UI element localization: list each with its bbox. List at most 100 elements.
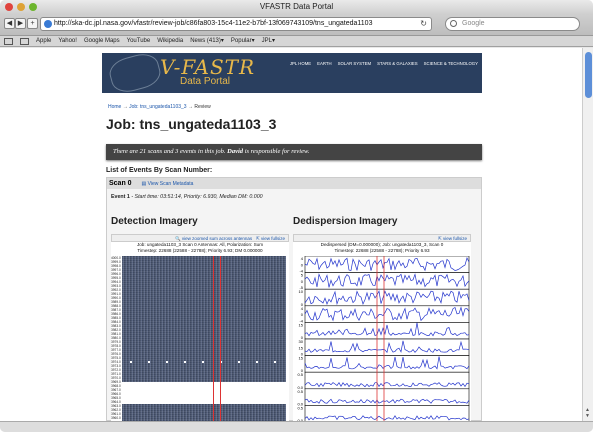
url-text: http://ska-dc.jpl.nasa.gov/vfastr/review… (54, 20, 373, 27)
top-sites-icon[interactable] (20, 38, 29, 45)
event-marker-line (213, 256, 214, 421)
panel-tick-label: 0.5 (297, 389, 303, 394)
event-summary: Event 1 - Start time: 03:51:14, Priority… (111, 194, 263, 200)
view-zoomed-link[interactable]: 🔍 view zoomed sum across antennas (175, 236, 252, 241)
dedispersion-panel (304, 388, 470, 406)
page-content: V-FASTR Data Portal JPL HOME EARTH SOLAR… (102, 48, 482, 421)
detection-image[interactable]: 4000.0 3999.0 3998.0 3997.0 3996.0 3995.0 3994… (111, 256, 289, 421)
dedispersion-fullsize-label: view fullsize (442, 236, 467, 241)
panel-tick-label: 0 (301, 279, 304, 284)
forward-button[interactable]: ▶ (15, 18, 26, 29)
browser-window: VFASTR Data Portal ◀ ▶ + http://ska-dc.j… (0, 0, 593, 432)
nav-jpl-home[interactable]: JPL HOME (290, 61, 311, 66)
scan-panel: Scan 0 ▤ View Scan Metadata Event 1 - St… (106, 177, 482, 421)
breadcrumb: Home → Job: tns_ungateda1103_3 → Review (108, 104, 211, 110)
reload-icon[interactable]: ↻ (420, 18, 427, 30)
pulse-dot (256, 361, 258, 363)
bookmark-apple[interactable]: Apple (36, 36, 51, 46)
event-detail: - Start time: 03:51:14, Priority: 6.930,… (129, 194, 263, 200)
flagged-band (122, 382, 286, 404)
dedispersion-links: ⇱ view fullsize (293, 234, 471, 242)
view-zoomed-label: view zoomed sum across antennas (181, 236, 253, 241)
pulse-dot (130, 361, 132, 363)
dedispersion-caption-line2: Timestep: 22688 (22588 - 22788); Priorit… (334, 248, 430, 253)
detection-heatmap (122, 256, 286, 421)
notice-text: There are 21 scans and 3 events in this … (113, 148, 228, 155)
notice-text-end: is responsible for review. (243, 148, 310, 155)
status-bar (0, 421, 593, 432)
panel-tick-label: 0 (301, 262, 304, 267)
panel-tick-label: 15 (299, 356, 304, 361)
search-icon (450, 20, 457, 27)
detection-caption-line2: Timestep: 22688 (22588 - 22788); Priorit… (137, 248, 263, 253)
add-bookmark-button[interactable]: + (27, 18, 38, 29)
site-banner: V-FASTR Data Portal JPL HOME EARTH SOLAR… (102, 53, 482, 93)
pulse-dot (148, 361, 150, 363)
panel-tick-label: 0.5 (297, 405, 303, 410)
bookmark-popular[interactable]: Popular▾ (231, 36, 255, 46)
pulse-dot (184, 361, 186, 363)
view-scan-metadata-link[interactable]: ▤ View Scan Metadata (142, 181, 194, 187)
nav-science-technology[interactable]: SCIENCE & TECHNOLOGY (424, 61, 478, 66)
search-placeholder: Google (462, 20, 485, 27)
address-bar[interactable]: http://ska-dc.jpl.nasa.gov/vfastr/review… (40, 17, 432, 31)
page-viewport: V-FASTR Data Portal JPL HOME EARTH SOLAR… (0, 48, 582, 421)
nav-solar-system[interactable]: SOLAR SYSTEM (338, 61, 371, 66)
close-icon[interactable] (5, 3, 13, 11)
frequency-axis: 4000.0 3999.0 3998.0 3997.0 3996.0 3995.0 3994… (111, 256, 122, 421)
dedispersion-heading: Dedispersion Imagery (293, 216, 398, 227)
page-title: Job: tns_ungateda1103_3 (106, 116, 277, 132)
nav-earth[interactable]: EARTH (317, 61, 332, 66)
search-field[interactable]: Google (445, 17, 580, 31)
scroll-arrows-icon[interactable]: ▲ ▼ (585, 407, 590, 419)
dedispersion-panel (304, 288, 470, 307)
review-notice: There are 21 scans and 3 events in this … (106, 144, 482, 160)
bookmark-youtube[interactable]: YouTube (127, 36, 151, 46)
detection-pulse-row (122, 361, 286, 364)
view-scan-metadata-label: View Scan Metadata (147, 181, 194, 187)
minimize-icon[interactable] (17, 3, 25, 11)
bookmarks-bar: Apple Yahoo! Google Maps YouTube Wikiped… (0, 36, 593, 47)
axis-tick-label: 3960.0 (111, 416, 121, 420)
globe-icon (44, 20, 52, 28)
bookmark-google-maps[interactable]: Google Maps (84, 36, 120, 46)
bookmark-wikipedia[interactable]: Wikipedia (157, 36, 183, 46)
bookmark-news[interactable]: News (413)▾ (190, 36, 224, 46)
scan-header: Scan 0 ▤ View Scan Metadata (107, 178, 481, 189)
title-bar: VFASTR Data Portal (0, 0, 593, 14)
pulse-dot (274, 361, 276, 363)
breadcrumb-current: Review (194, 104, 211, 110)
reading-list-icon[interactable] (4, 38, 13, 45)
dedispersion-plots: 40-450-510040-4150301501500.50.00.50.00.… (297, 256, 470, 421)
nav-stars-galaxies[interactable]: STARS & GALAXIES (377, 61, 418, 66)
panel-tick-label: 10 (299, 289, 304, 294)
dedispersion-image[interactable]: 4 0 -4 5 0 -5 10 0 4 0 -4 15 0 30 15 0 15 0 0.5 0.0 0.5 0.0 0.… (293, 256, 471, 421)
dedispersion-column: Dedispersion Imagery ⇱ view fullsize Ded… (293, 216, 471, 421)
bookmark-jpl[interactable]: JPL▾ (262, 36, 275, 46)
top-nav: JPL HOME EARTH SOLAR SYSTEM STARS & GALA… (290, 61, 478, 66)
detection-fullsize-label: view fullsize (260, 236, 285, 241)
browser-toolbar: ◀ ▶ + http://ska-dc.jpl.nasa.gov/vfastr/… (0, 14, 593, 36)
scrollbar-thumb[interactable] (585, 52, 592, 98)
bookmark-yahoo[interactable]: Yahoo! (58, 36, 77, 46)
rabbit-logo-icon (106, 53, 164, 93)
zoom-icon[interactable] (29, 3, 37, 11)
breadcrumb-home[interactable]: Home (108, 104, 121, 110)
back-button[interactable]: ◀ (4, 18, 15, 29)
pulse-dot (202, 361, 204, 363)
panel-tick-label: 30 (299, 339, 304, 344)
dedispersion-fullsize-link[interactable]: ⇱ view fullsize (438, 236, 467, 241)
window-title: VFASTR Data Portal (259, 2, 334, 11)
breadcrumb-job[interactable]: Job: tns_ungateda1103_3 (129, 104, 186, 110)
detection-column: Detection Imagery 🔍 view zoomed sum acro… (111, 216, 289, 421)
detection-heading: Detection Imagery (111, 216, 198, 227)
reviewer-name: David (227, 148, 244, 155)
vertical-scrollbar[interactable]: ▲ ▼ (582, 48, 593, 421)
breadcrumb-separator: → (121, 104, 130, 110)
detection-fullsize-link[interactable]: ⇱ view fullsize (256, 236, 285, 241)
window-controls (5, 3, 37, 11)
panel-tick-label: 15 (299, 322, 304, 327)
panel-tick-label: 15 (299, 345, 304, 350)
pulse-dot (166, 361, 168, 363)
detection-caption: Job: ungateda1103_3 Scan 0 Antennas: All… (111, 242, 289, 256)
